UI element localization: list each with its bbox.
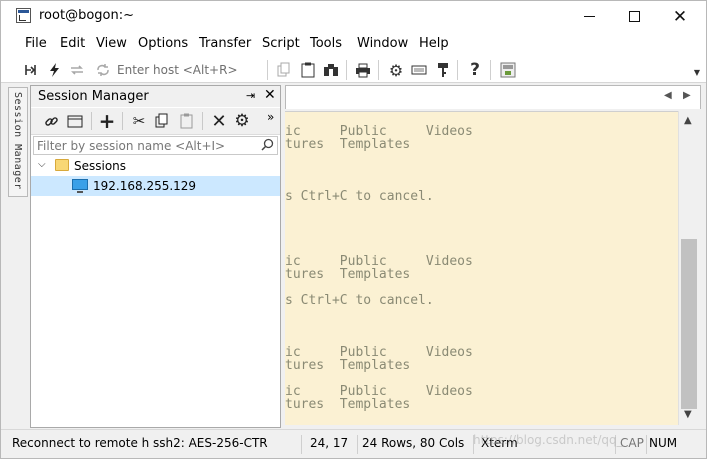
delete-icon[interactable]: ✕: [209, 111, 229, 132]
session-manager-toolbar: + ✂ ✕ ⚙ »: [31, 108, 280, 135]
title-bar: root@bogon:~ ✕: [1, 1, 706, 32]
status-protocol: ssh2: AES-256-CTR: [153, 436, 268, 450]
tab-scroll-left-icon[interactable]: ◀: [664, 90, 672, 101]
menu-view[interactable]: View: [96, 36, 127, 51]
link-icon[interactable]: [41, 111, 61, 131]
pin-icon[interactable]: ⇥: [246, 89, 255, 102]
menu-edit[interactable]: Edit: [60, 36, 85, 51]
sftp-icon[interactable]: [498, 60, 518, 80]
side-tab-label: Session Manager: [12, 92, 23, 190]
folder-icon: [55, 159, 69, 171]
print-icon[interactable]: [353, 60, 373, 80]
menu-window[interactable]: Window: [357, 36, 408, 51]
key-icon[interactable]: [433, 60, 453, 80]
cut-icon[interactable]: ✂: [129, 111, 149, 131]
find-icon[interactable]: [321, 60, 341, 80]
paste-icon[interactable]: [298, 60, 318, 80]
status-divider: [473, 435, 474, 454]
terminal-scrollbar[interactable]: ▲ ▼: [678, 111, 699, 425]
session-filter-input[interactable]: [37, 138, 257, 153]
quick-connect-icon[interactable]: [44, 60, 64, 80]
status-message: Reconnect to remote h: [12, 436, 149, 450]
toolbar-divider: [378, 60, 379, 80]
tree-item-label: 192.168.255.129: [93, 179, 197, 193]
status-dimensions: 24 Rows, 80 Cols: [362, 436, 465, 450]
main-toolbar: ⚙ ? ▼: [1, 56, 706, 83]
window-title: root@bogon:~: [39, 8, 134, 23]
help-icon[interactable]: ?: [465, 60, 485, 80]
session-manager-title: Session Manager: [38, 89, 149, 104]
session-tab-strip: ◀ ▶: [285, 85, 701, 109]
toolbar-divider: [346, 60, 347, 80]
terminal-line: tures Templates: [285, 137, 411, 152]
terminal-line: tures Templates: [285, 267, 411, 282]
toolbar-overflow-icon[interactable]: ▼: [694, 68, 700, 77]
paste-session-icon[interactable]: [176, 111, 196, 131]
chevron-down-icon[interactable]: ⌵: [38, 159, 46, 170]
minimize-icon: [583, 16, 595, 17]
status-divider: [301, 435, 302, 454]
status-divider: [615, 435, 616, 454]
scrollbar-thumb[interactable]: [681, 239, 697, 409]
terminal-line: tures Templates: [285, 397, 411, 412]
tree-folder-sessions[interactable]: ⌵ Sessions: [31, 156, 280, 176]
terminal-view[interactable]: ic Public Videos tures Templates s Ctrl+…: [285, 111, 678, 425]
terminal-line: tures Templates: [285, 358, 411, 373]
menu-tools[interactable]: Tools: [310, 36, 342, 51]
toolbar-divider: [490, 60, 491, 80]
search-icon: [261, 138, 274, 151]
menu-help[interactable]: Help: [419, 36, 449, 51]
add-session-icon[interactable]: +: [97, 109, 117, 133]
session-manager-header: Session Manager ⇥ ✕: [31, 86, 280, 107]
more-tools-icon[interactable]: »: [267, 110, 274, 124]
settings-icon[interactable]: ⚙: [386, 60, 406, 80]
menu-script[interactable]: Script: [262, 36, 300, 51]
copy-icon[interactable]: [274, 60, 294, 80]
connect-bar-icon[interactable]: [21, 60, 41, 80]
new-tab-icon[interactable]: [65, 111, 85, 131]
securecrt-window: root@bogon:~ ✕ File Edit View Options Tr…: [0, 0, 707, 459]
session-filter-field[interactable]: [33, 136, 278, 155]
host-input[interactable]: [117, 61, 263, 79]
copy-session-icon[interactable]: [152, 111, 172, 131]
session-tree: ⌵ Sessions 192.168.255.129: [31, 156, 280, 196]
toolbar-divider: [267, 60, 268, 80]
scroll-up-icon[interactable]: ▲: [684, 115, 692, 126]
tree-session-item[interactable]: 192.168.255.129: [31, 176, 280, 196]
status-divider: [357, 435, 358, 454]
maximize-icon: [628, 11, 640, 22]
status-num-lock: NUM: [649, 436, 678, 450]
menu-bar: File Edit View Options Transfer Script T…: [1, 32, 706, 56]
terminal-line: s Ctrl+C to cancel.: [285, 293, 434, 308]
tab-scroll-right-icon[interactable]: ▶: [683, 90, 691, 101]
tree-item-label: Sessions: [74, 159, 127, 173]
disconnect-icon[interactable]: [93, 60, 113, 80]
menu-options[interactable]: Options: [138, 36, 188, 51]
status-cursor-position: 24, 17: [310, 436, 349, 450]
status-caps-lock: CAP: [620, 436, 644, 450]
session-settings-icon[interactable]: ⚙: [232, 111, 252, 131]
app-terminal-icon: [16, 8, 31, 23]
close-button[interactable]: ✕: [657, 1, 703, 32]
scroll-down-icon[interactable]: ▼: [684, 409, 692, 420]
reconnect-icon[interactable]: [67, 60, 87, 80]
session-manager-side-tab[interactable]: Session Manager: [8, 87, 28, 197]
sm-toolbar-divider: [122, 112, 123, 130]
toolbar-divider: [457, 60, 458, 80]
status-divider: [646, 435, 647, 454]
keymap-icon[interactable]: [409, 60, 429, 80]
status-bar: Reconnect to remote h ssh2: AES-256-CTR …: [1, 429, 706, 457]
menu-transfer[interactable]: Transfer: [199, 36, 251, 51]
session-manager-panel: Session Manager ⇥ ✕ + ✂ ✕ ⚙ » Filter by …: [30, 85, 281, 428]
minimize-button[interactable]: [566, 1, 612, 32]
sm-toolbar-divider: [202, 112, 203, 130]
sm-toolbar-divider: [91, 112, 92, 130]
maximize-button[interactable]: [611, 1, 657, 32]
monitor-icon: [72, 179, 88, 193]
menu-file[interactable]: File: [25, 36, 47, 51]
status-terminal-type: Xterm: [481, 436, 518, 450]
terminal-line: s Ctrl+C to cancel.: [285, 189, 434, 204]
session-manager-close-icon[interactable]: ✕: [264, 87, 276, 103]
